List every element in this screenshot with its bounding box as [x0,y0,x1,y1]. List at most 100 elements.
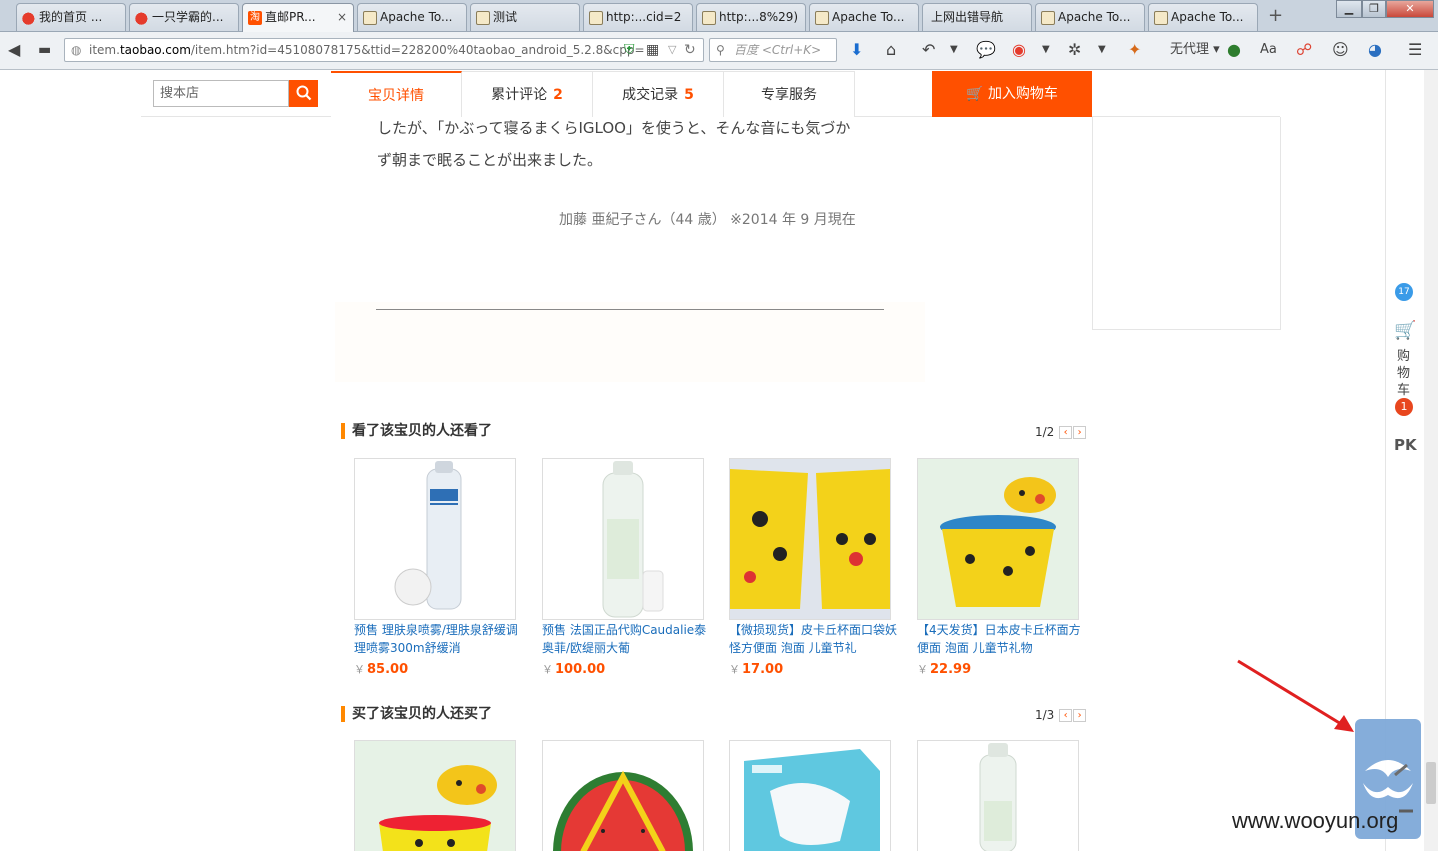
chevron-down-icon[interactable]: ▼ [1098,40,1106,60]
new-tab-button[interactable]: + [1268,5,1283,26]
tab-apache-4[interactable]: Apache To... [1148,3,1258,31]
tab-label: Apache To... [1171,10,1244,24]
apache-icon [702,11,716,25]
detail-image-fade [335,302,925,382]
currency-symbol: ￥ [542,663,553,676]
tab-apache-1[interactable]: Apache To... [357,3,467,31]
tab-apache-3[interactable]: Apache To... [1035,3,1145,31]
home-icon[interactable]: ⌂ [886,40,896,60]
tab-http-cid[interactable]: http:...cid=2 [583,3,693,31]
watermark-text: www.wooyun.org [1232,808,1399,833]
product-image-pikachu-cup[interactable] [729,458,891,620]
undo-icon[interactable]: ↶ [922,40,935,60]
window-close-button[interactable]: ✕ [1386,0,1434,18]
tab-weibo-post[interactable]: 一只学霸的... [129,3,239,31]
tab-test[interactable]: 测试 [470,3,580,31]
maximize-button[interactable]: ❐ [1362,0,1386,18]
product-image-caudalie[interactable] [542,458,704,620]
product-price: ￥ 17.00 [729,661,783,677]
noodle-cup-image [940,477,1056,607]
product-image-mask[interactable] [729,740,891,851]
next-page-button[interactable]: › [1073,709,1087,722]
tab-apache-2[interactable]: Apache To... [809,3,919,31]
spray-can-image [602,461,664,618]
tab-label: http:...8%29) [719,10,799,24]
search-engine-box[interactable]: ⚲ 百度 <Ctrl+K> [709,38,837,62]
noodle-cup-image [730,459,890,619]
prev-page-button[interactable]: ‹ [1059,426,1073,439]
cart-icon[interactable]: 🛒 [1394,320,1416,341]
dropdown-icon[interactable]: ▽ [668,40,676,60]
scrollbar[interactable] [1424,70,1438,851]
notification-badge[interactable]: 17 [1395,283,1413,301]
product-price: ￥ 85.00 [354,661,408,677]
search-icon [296,85,311,101]
tab-label: 直邮PR... [265,10,316,24]
shop-search-input[interactable]: 搜本店 [153,80,289,107]
tab-label: 上网出错导航 [931,10,1004,24]
product-price: ￥ 22.99 [917,661,971,677]
tab-error-nav[interactable]: 上网出错导航 [922,3,1032,31]
chevron-down-icon[interactable]: ▼ [1042,40,1050,60]
tab-taobao-item[interactable]: 淘 直邮PR... × [242,3,354,32]
product-image-laroche[interactable] [354,458,516,620]
detail-author: 加藤 亜紀子さん（44 歳） ※2014 年 9 月現在 [559,212,856,228]
url-domain: taobao.com [119,43,191,57]
share-icon[interactable]: ☍ [1296,40,1312,60]
product-title[interactable]: 【4天发货】日本皮卡丘杯面方便面 泡面 儿童节礼物 [917,621,1087,657]
shield-icon[interactable]: ⛨ [624,40,635,60]
address-bar[interactable]: ◍ item.taobao.com/item.htm?id=4510807817… [64,38,704,62]
pager-viewed: 1/2 ‹ › [1035,425,1087,439]
download-icon[interactable]: ⬇ [850,40,863,60]
add-to-cart-button[interactable]: 🛒 加入购物车 [932,71,1092,117]
shop-search-button[interactable] [289,80,318,107]
proxy-selector[interactable]: 无代理 ▾ [1170,40,1220,60]
cart-label[interactable]: 购物车 [1397,348,1411,399]
product-image-pikachu-noodle[interactable] [917,458,1079,620]
account-icon[interactable]: ◕ [1368,40,1382,60]
globe-icon: ◍ [71,43,82,57]
product-image-caudalie-2[interactable] [917,740,1079,851]
product-title[interactable]: 预售 法国正品代购Caudalie泰奥菲/欧缇丽大葡 [542,621,712,657]
price-value: 22.99 [930,662,972,677]
message-icon[interactable]: ☺ [1332,40,1349,60]
back-icon[interactable]: ◀ [8,40,20,60]
weibo-icon[interactable]: ◉ [1012,40,1026,60]
cart-label-char: 物 [1397,366,1411,381]
product-title[interactable]: 预售 理肤泉喷雾/理肤泉舒缓调理喷雾300m舒缓消 [354,621,524,657]
extension-icon[interactable]: ✲ [1068,40,1081,60]
apache-icon [1154,11,1168,25]
tab-item-detail[interactable]: 宝贝详情 [331,71,462,117]
tab-transactions[interactable]: 成交记录 5 [593,71,724,117]
globe-green-icon[interactable]: ● [1227,40,1241,60]
translate-icon[interactable]: Aa [1260,40,1277,60]
menu-icon[interactable]: ☰ [1408,40,1422,60]
url-prefix: item. [89,43,120,57]
product-title[interactable]: 【微损现货】皮卡丘杯面口袋妖怪方便面 泡面 儿童节礼 [729,621,899,657]
right-info-panel [1092,117,1281,330]
tab-reviews[interactable]: 累计评论 2 [462,71,593,117]
product-image-pikachu-cup-2[interactable] [354,740,516,851]
pk-compare-button[interactable]: PK [1394,436,1417,454]
reload-icon[interactable]: ↻ [684,40,696,60]
sidebar-toggle-icon[interactable]: ▬ [38,40,51,60]
add-to-cart-label: 加入购物车 [987,86,1058,102]
tab-weibo-home[interactable]: 我的首页 ... [16,3,126,31]
next-page-button[interactable]: › [1073,426,1087,439]
tab-services[interactable]: 专享服务 [724,71,855,117]
tab-label: 累计评论 [491,87,548,103]
review-count: 2 [553,87,563,103]
chat-icon[interactable]: 💬 [976,40,996,60]
tab-http-29[interactable]: http:...8%29) [696,3,806,31]
chevron-down-icon[interactable]: ▼ [950,40,958,60]
fox-icon[interactable]: ✦ [1128,40,1141,60]
proxy-label: 无代理 [1170,42,1210,57]
scrollbar-thumb[interactable] [1426,762,1436,804]
close-icon[interactable]: × [337,4,347,31]
minimize-button[interactable]: ▁ [1336,0,1362,18]
cart-count-badge: 1 [1395,398,1413,416]
qrcode-icon[interactable]: ▦ [646,40,659,60]
cart-icon: 🛒 [966,86,984,102]
prev-page-button[interactable]: ‹ [1059,709,1073,722]
product-image-watermelon[interactable] [542,740,704,851]
